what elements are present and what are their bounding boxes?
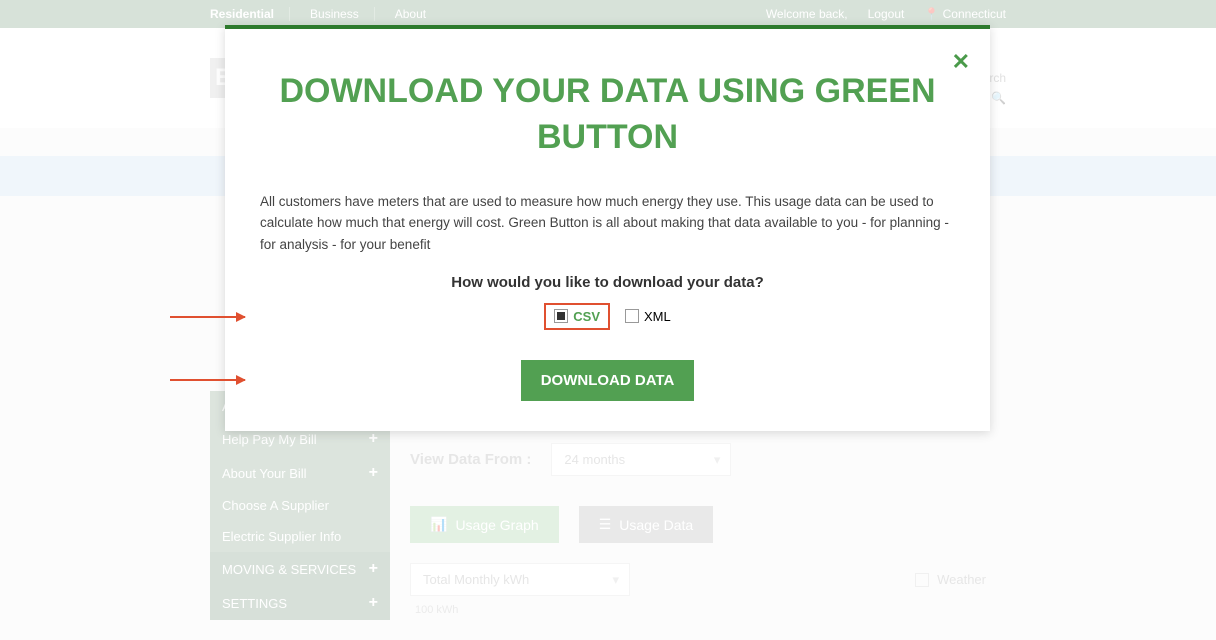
download-modal: ✕ DOWNLOAD YOUR DATA USING GREEN BUTTON … — [225, 25, 990, 431]
close-button[interactable]: ✕ — [952, 49, 970, 75]
radio-csv[interactable]: CSV — [544, 303, 610, 330]
modal-question: How would you like to download your data… — [260, 274, 955, 291]
radio-button-xml[interactable] — [625, 309, 639, 323]
modal-description: All customers have meters that are used … — [260, 191, 955, 256]
annotation-arrow — [170, 379, 245, 381]
annotation-arrow — [170, 316, 245, 318]
radio-xml[interactable]: XML — [625, 309, 671, 324]
radio-button-csv[interactable] — [554, 309, 568, 323]
download-button[interactable]: DOWNLOAD DATA — [521, 360, 695, 401]
modal-title: DOWNLOAD YOUR DATA USING GREEN BUTTON — [260, 69, 955, 161]
